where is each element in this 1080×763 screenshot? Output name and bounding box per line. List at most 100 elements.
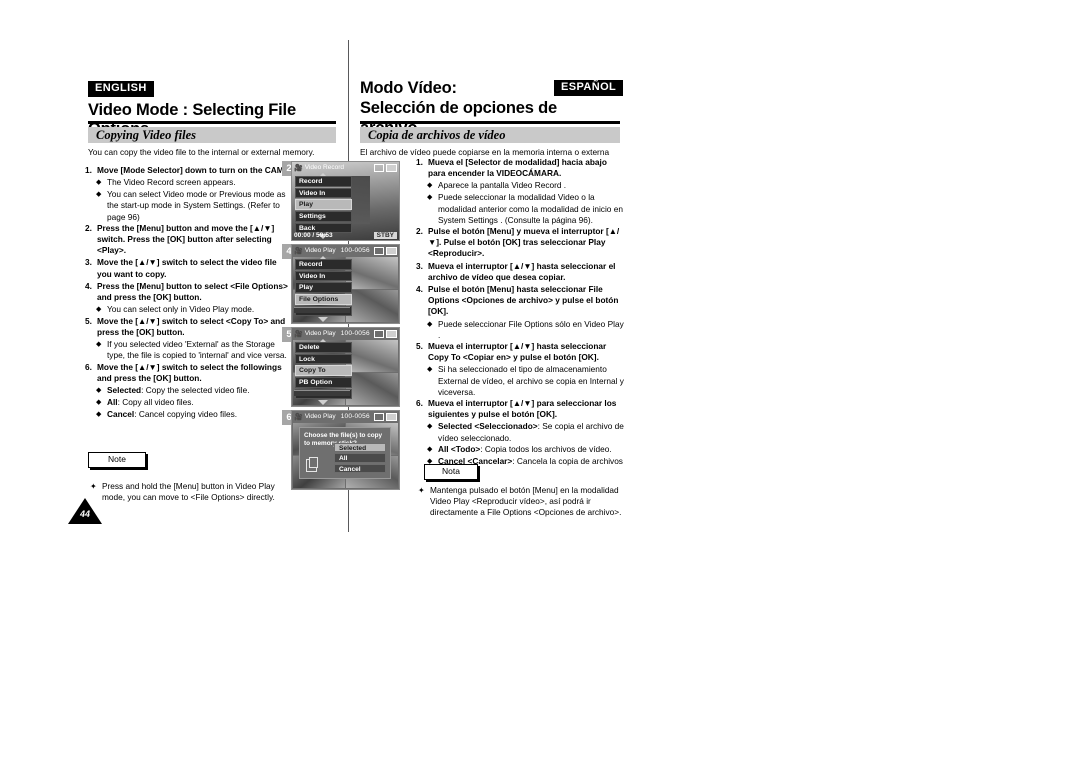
note-text-english-value: Press and hold the [Menu] button in Vide… (102, 481, 275, 503)
step-sub-text: Selected <Seleccionado>: Se copia el arc… (438, 421, 624, 443)
menu-item-file-options[interactable]: File Options (295, 294, 352, 305)
dialog-option-cancel[interactable]: Cancel (334, 463, 386, 473)
step-text: Mueva el interruptor [▲/▼] hasta selecci… (428, 341, 607, 363)
lcd-mode-title: Video Play (304, 413, 336, 420)
step-number: 2. (85, 222, 92, 233)
menu-item-record[interactable]: Record (295, 176, 352, 187)
step-text: Press the [Menu] button and move the [▲/… (97, 222, 275, 256)
step-text: Move the [▲/▼] switch to select the foll… (97, 361, 282, 383)
copy-files-icon (306, 457, 318, 472)
note-text-spanish: ✦ Mantenga pulsado el botón [Menu] en la… (418, 485, 630, 519)
step-item: 5. Move the [▲/▼] switch to select <Copy … (85, 316, 293, 338)
lcd-screenshot: 🎥 Video Play 100-0056 Choose the file(s) to… (291, 410, 400, 490)
step-text: Pulse el botón [Menu] y mueva el interru… (428, 226, 620, 259)
step-sub-item: ◆ Puede seleccionar File Options sólo en … (427, 319, 626, 341)
step-sub-item: ◆ Puede seleccionar la modalidad Video o … (427, 192, 626, 226)
step-sub-text: Selected: Copy the selected video file. (107, 384, 250, 395)
dialog-option-selected[interactable]: Selected (334, 442, 386, 452)
lcd-status-icons (374, 163, 397, 172)
dialog-options: Selected All Cancel (334, 442, 386, 475)
step-item: 2. Press the [Menu] button and move the [… (85, 223, 293, 257)
lcd-time-counter: 00:00 / 59:53 (294, 231, 333, 239)
diamond-bullet-icon: ◆ (427, 320, 433, 328)
camcorder-icon: 🎥 (294, 164, 303, 172)
camcorder-icon: 🎥 (294, 330, 303, 338)
lcd-file-number: 100-0056 (340, 413, 370, 420)
lcd-screenshot: 🎥 Video Play 100-0056 Delete Lock Copy To PB O… (291, 327, 400, 407)
step-number: 2. (416, 226, 423, 237)
diamond-bullet-icon: ◆ (427, 182, 433, 190)
menu-item-pb-option[interactable]: PB Option (295, 377, 352, 388)
step-sub-item: ◆ Selected <Seleccionado>: Se copia el ar… (427, 421, 626, 443)
diamond-bullet-icon: ◆ (427, 366, 433, 374)
menu-item-delete[interactable]: Delete (295, 342, 352, 353)
scroll-down-arrow-icon[interactable] (318, 400, 328, 405)
menu-item-copy-to[interactable]: Copy To (295, 365, 352, 376)
step-text: Mueva el interruptor [▲/▼] para seleccio… (428, 398, 617, 420)
memory-card-icon (374, 412, 384, 421)
step-item: 5. Mueva el interruptor [▲/▼] hasta selec… (416, 341, 626, 363)
step-sub-text: All <Todo>: Copia todos los archivos de … (438, 444, 612, 455)
lcd-filmstrip-indicator (294, 390, 350, 396)
step-item: 3. Move the [▲/▼] switch to select the vi… (85, 257, 293, 279)
battery-icon (386, 329, 397, 338)
lcd-file-number: 100-0056 (340, 330, 370, 337)
step-sub-text: Puede seleccionar la modalidad Video o l… (438, 192, 623, 225)
note-label-english: Note (88, 452, 146, 468)
step-sub-item: ◆ All: Copy all video files. (96, 397, 293, 409)
language-tag-spanish: ESPAÑOL (554, 80, 624, 96)
menu-item-video-in[interactable]: Video In (295, 187, 352, 199)
step-number: 3. (85, 257, 92, 268)
note-label-spanish: Nota (424, 464, 478, 480)
step-item: 2. Pulse el botón [Menu] y mueva el inter… (416, 226, 626, 260)
menu-item-video-in[interactable]: Video In (295, 270, 352, 282)
step-sub-text: Cancel: Cancel copying video files. (107, 408, 238, 419)
lcd-mode-title: Video Play (304, 247, 336, 254)
lcd-thumbnail[interactable] (346, 290, 398, 322)
step-sub-item: ◆ You can select only in Video Play mode. (96, 304, 293, 316)
menu-item-record[interactable]: Record (295, 259, 352, 270)
step-sub-item: ◆ Si ha seleccionado el tipo de almacenam… (427, 364, 626, 398)
diamond-bullet-icon: ◆ (96, 191, 102, 199)
diamond-bullet-icon: ◆ (96, 386, 102, 394)
copy-confirmation-dialog: Choose the file(s) to copy to memory sti… (299, 427, 391, 479)
scroll-down-arrow-icon[interactable] (318, 317, 328, 322)
menu-item-settings[interactable]: Settings (295, 211, 352, 222)
section-title-english: Copying Video files (88, 127, 336, 143)
memory-card-icon (374, 329, 384, 338)
memory-card-icon (374, 246, 384, 255)
note-bullet-icon: ✦ (418, 486, 425, 495)
battery-icon (386, 246, 397, 255)
section-intro-english: You can copy the video file to the inter… (88, 147, 315, 157)
step-number: 3. (416, 260, 423, 271)
menu-item-lock[interactable]: Lock (295, 353, 352, 365)
lcd-screenshot: 🎥 Video Record Record Video In Play Settings B… (291, 161, 400, 241)
lcd-thumbnail[interactable] (346, 340, 398, 372)
menu-item-play[interactable]: Play (295, 199, 352, 210)
diamond-bullet-icon: ◆ (427, 446, 433, 454)
memory-card-icon (374, 163, 384, 172)
step-item: 6. Mueva el interruptor [▲/▼] para selecc… (416, 398, 626, 420)
page-number-value: 44 (79, 509, 90, 519)
menu-item-play[interactable]: Play (295, 282, 352, 293)
language-tag-english: ENGLISH (88, 81, 154, 97)
lcd-thumbnail[interactable] (346, 257, 398, 289)
step-text: Pulse el botón [Menu] hasta seleccionar … (428, 284, 619, 317)
lcd-thumbnail[interactable] (346, 373, 398, 405)
step-sub-item: ◆ The Video Record screen appears. (96, 177, 293, 189)
dialog-option-all[interactable]: All (334, 453, 386, 463)
lcd-status-bar: 🎥 Video Play 100-0056 (292, 245, 399, 256)
step-sub-text: You can select Video mode or Previous mo… (107, 189, 286, 222)
lcd-status-bar: 🎥 Video Play 100-0056 (292, 328, 399, 339)
step-number: 5. (416, 341, 423, 352)
steps-list-spanish: 1. Mueva el [Selector de modalidad] hacia… (416, 157, 626, 479)
step-item: 4. Press the [Menu] button to select <Fil… (85, 281, 293, 303)
step-item: 1. Move [Mode Selector] down to turn on t… (85, 165, 293, 176)
step-item: 4. Pulse el botón [Menu] hasta selecciona… (416, 284, 626, 318)
step-sub-item: ◆ Aparece la pantalla Video Record . (427, 180, 626, 192)
page-number: 44 (68, 498, 102, 524)
step-text: Press the [Menu] button to select <File … (97, 280, 288, 303)
lcd-file-number: 100-0056 (340, 247, 370, 254)
lcd-screenshot: 🎥 Video Play 100-0056 Record Video In Play Fil… (291, 244, 400, 324)
diamond-bullet-icon: ◆ (96, 306, 102, 314)
